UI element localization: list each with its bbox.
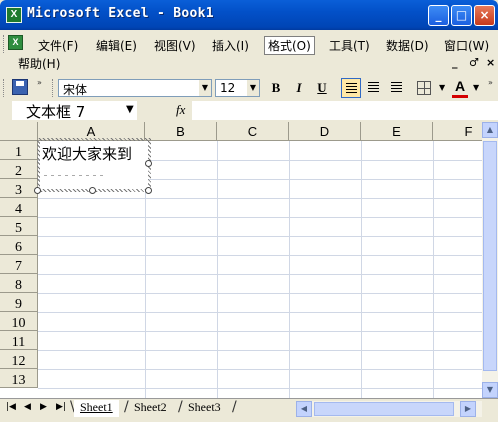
resize-handle[interactable]: [34, 187, 41, 194]
row-header-10[interactable]: 10: [0, 312, 38, 331]
borders-dropdown-icon[interactable]: ▼: [439, 83, 445, 92]
chevron-down-icon[interactable]: ▼: [247, 80, 259, 96]
row-header-11[interactable]: 11: [0, 331, 38, 350]
gridline: [38, 331, 482, 332]
gridline: [38, 198, 482, 199]
insert-function-icon[interactable]: fx: [176, 102, 185, 118]
align-left-button[interactable]: [341, 78, 361, 98]
prev-sheet-icon[interactable]: ◀: [24, 402, 31, 412]
resize-handle[interactable]: [89, 187, 96, 194]
borders-icon[interactable]: [417, 81, 431, 95]
align-right-button[interactable]: [387, 78, 407, 98]
vertical-scroll-thumb[interactable]: [483, 141, 497, 371]
menu-data[interactable]: 数据(D): [386, 37, 429, 54]
menu-tools[interactable]: 工具(T): [329, 37, 370, 54]
column-header-e[interactable]: E: [361, 122, 433, 141]
first-sheet-icon[interactable]: |◀: [6, 402, 16, 412]
row-header-13[interactable]: 13: [0, 369, 38, 388]
menu-format[interactable]: 格式(O): [264, 36, 315, 55]
tab-separator: /: [232, 399, 237, 415]
toolbar-options-chevron-icon[interactable]: »: [37, 78, 44, 98]
gridline: [38, 350, 482, 351]
align-center-icon: [368, 82, 379, 93]
scroll-down-icon[interactable]: ▼: [482, 382, 498, 398]
formula-input[interactable]: [192, 101, 498, 120]
column-header-f[interactable]: F: [433, 122, 482, 141]
minimize-button[interactable]: _: [428, 5, 449, 26]
row-header-12[interactable]: 12: [0, 350, 38, 369]
gridline: [38, 255, 482, 256]
textbox-text[interactable]: 欢迎大家来到: [42, 143, 132, 164]
doc-restore-button[interactable]: ♂: [469, 56, 479, 69]
tab-sheet3[interactable]: Sheet3: [182, 400, 227, 417]
excel-icon[interactable]: X: [6, 7, 22, 23]
tab-sheet1[interactable]: Sheet1: [74, 400, 119, 417]
maximize-button[interactable]: □: [451, 5, 472, 26]
doc-minimize-button[interactable]: _: [452, 56, 458, 69]
chevron-down-icon[interactable]: ▼: [126, 104, 134, 115]
gridline: [38, 388, 482, 389]
row-header-6[interactable]: 6: [0, 236, 38, 255]
gridline: [38, 312, 482, 313]
row-header-4[interactable]: 4: [0, 198, 38, 217]
doc-close-button[interactable]: ×: [486, 56, 495, 69]
row-header-7[interactable]: 7: [0, 255, 38, 274]
row-header-8[interactable]: 8: [0, 274, 38, 293]
column-header-d[interactable]: D: [289, 122, 361, 141]
align-center-button[interactable]: [364, 78, 384, 98]
font-color-swatch: [452, 95, 468, 98]
gridline: [38, 293, 482, 294]
row-header-9[interactable]: 9: [0, 293, 38, 312]
gridline: [38, 236, 482, 237]
font-color-dropdown-icon[interactable]: ▼: [473, 83, 479, 92]
font-size-combo[interactable]: 12 ▼: [215, 79, 260, 97]
gridline: [38, 217, 482, 218]
toolbar-grip-2[interactable]: [52, 79, 55, 97]
resize-handle[interactable]: [145, 187, 152, 194]
menu-window[interactable]: 窗口(W): [444, 37, 489, 54]
font-name-combo[interactable]: 宋体 ▼: [58, 79, 212, 97]
toolbar-more-chevron-icon[interactable]: »: [488, 78, 495, 98]
scroll-left-icon[interactable]: ◀: [296, 401, 312, 417]
underline-button[interactable]: U: [313, 79, 331, 97]
font-size-value: 12: [220, 81, 236, 95]
close-button[interactable]: ×: [474, 5, 495, 26]
textbox-second-line: [44, 175, 104, 176]
menubar-grip[interactable]: [3, 35, 6, 53]
italic-button[interactable]: I: [290, 79, 308, 97]
chevron-down-icon[interactable]: ▼: [199, 80, 211, 96]
name-box-value: 文本框 7: [26, 103, 86, 121]
toolbar-grip[interactable]: [3, 79, 6, 97]
row-header-5[interactable]: 5: [0, 217, 38, 236]
gridline: [38, 369, 482, 370]
gridline: [38, 274, 482, 275]
save-icon[interactable]: [12, 79, 28, 95]
window-title: Microsoft Excel - Book1: [27, 6, 214, 21]
scroll-up-icon[interactable]: ▲: [482, 122, 498, 138]
scroll-right-icon[interactable]: ▶: [460, 401, 476, 417]
row-header-3[interactable]: 3: [0, 179, 38, 198]
row-header-1[interactable]: 1: [0, 141, 38, 160]
column-header-c[interactable]: C: [217, 122, 289, 141]
menu-file[interactable]: 文件(F): [38, 37, 78, 54]
name-box[interactable]: 文本框 7 ▼: [12, 101, 137, 121]
bold-button[interactable]: B: [267, 79, 285, 97]
menu-edit[interactable]: 编辑(E): [96, 37, 137, 54]
align-right-icon: [391, 82, 402, 93]
menu-help[interactable]: 帮助(H): [18, 55, 60, 72]
tab-sheet2[interactable]: Sheet2: [128, 400, 173, 417]
last-sheet-icon[interactable]: ▶|: [56, 402, 66, 412]
menu-insert[interactable]: 插入(I): [212, 37, 249, 54]
menu-view[interactable]: 视图(V): [154, 37, 196, 54]
workbook-icon[interactable]: X: [8, 35, 23, 50]
align-left-icon: [346, 83, 357, 94]
font-name-value: 宋体: [63, 83, 88, 97]
title-bar: X Microsoft Excel - Book1 _ □ ×: [0, 0, 498, 30]
column-header-b[interactable]: B: [145, 122, 217, 141]
select-all-corner[interactable]: [0, 122, 38, 141]
next-sheet-icon[interactable]: ▶: [40, 402, 47, 412]
horizontal-scroll-thumb[interactable]: [314, 402, 454, 416]
row-header-2[interactable]: 2: [0, 160, 38, 179]
resize-handle[interactable]: [145, 160, 152, 167]
